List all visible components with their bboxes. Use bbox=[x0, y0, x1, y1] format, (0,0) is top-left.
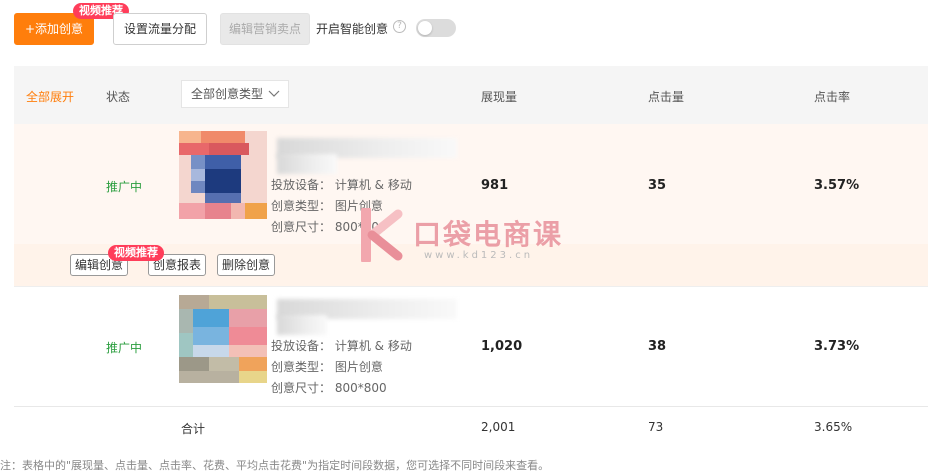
status-text: 推广中 bbox=[106, 341, 143, 355]
total-impressions: 2,001 bbox=[481, 420, 516, 434]
impressions-value: 1,020 bbox=[481, 339, 523, 354]
creative-thumbnail[interactable] bbox=[179, 295, 267, 383]
ctr-value: 3.57% bbox=[814, 178, 860, 193]
total-clicks: 73 bbox=[648, 420, 664, 434]
clicks-header[interactable]: 点击量 bbox=[648, 88, 684, 105]
creative-title-blurred bbox=[277, 315, 327, 335]
total-row: 合计 2,001 73 3.65% bbox=[14, 406, 928, 446]
table-header: 全部展开 状态 全部创意类型 展现量 点击量 点击率 bbox=[14, 66, 928, 124]
footnote: 注：表格中的"展现量、点击量、点击率、花费、平均点击花费"为指定时间段数据，您可… bbox=[0, 459, 550, 472]
video-recommend-badge: 视频推荐 bbox=[108, 245, 164, 261]
impressions-header[interactable]: 展现量 bbox=[481, 88, 517, 105]
table-row: 推广中 投放设备： 计算机 & 移动 创意类型： 图片创意 创意尺寸： 800*… bbox=[14, 286, 928, 406]
expand-all-link[interactable]: 全部展开 bbox=[26, 88, 74, 105]
device-info: 投放设备： 计算机 & 移动 bbox=[271, 178, 412, 192]
creative-type-select[interactable]: 全部创意类型 bbox=[181, 80, 289, 108]
creative-title-blurred bbox=[277, 154, 337, 174]
smart-creative-toggle[interactable] bbox=[416, 19, 456, 37]
smart-creative-label: 开启智能创意 bbox=[316, 22, 389, 36]
watermark-text: 口袋电商课 bbox=[413, 218, 564, 251]
status-header: 状态 bbox=[106, 90, 131, 104]
clicks-value: 38 bbox=[648, 339, 667, 354]
device-info: 投放设备： 计算机 & 移动 bbox=[271, 339, 412, 353]
total-label: 合计 bbox=[181, 422, 206, 436]
status-text: 推广中 bbox=[106, 180, 143, 194]
impressions-value: 981 bbox=[481, 178, 509, 193]
total-ctr: 3.65% bbox=[814, 420, 853, 434]
help-icon[interactable]: ? bbox=[393, 20, 406, 33]
chevron-down-icon bbox=[268, 81, 280, 117]
toolbar: +添加创意 视频推荐 设置流量分配 编辑营销卖点 开启智能创意 ? bbox=[0, 0, 928, 60]
edit-selling-points-button[interactable]: 编辑营销卖点 bbox=[220, 13, 310, 45]
watermark-logo-icon bbox=[358, 205, 406, 265]
delete-creative-button[interactable]: 删除创意 bbox=[217, 254, 276, 276]
toggle-knob bbox=[418, 21, 432, 35]
size-info: 创意尺寸： 800*800 bbox=[271, 381, 387, 395]
set-traffic-allocation-button[interactable]: 设置流量分配 bbox=[113, 13, 207, 45]
ctr-header[interactable]: 点击率 bbox=[814, 88, 850, 105]
creative-type-select-value: 全部创意类型 bbox=[191, 87, 264, 101]
type-info: 创意类型： 图片创意 bbox=[271, 360, 383, 374]
creative-thumbnail[interactable] bbox=[179, 131, 267, 219]
watermark-url: www.kd123.cn bbox=[424, 250, 534, 261]
clicks-value: 35 bbox=[648, 178, 667, 193]
ctr-value: 3.73% bbox=[814, 339, 860, 354]
